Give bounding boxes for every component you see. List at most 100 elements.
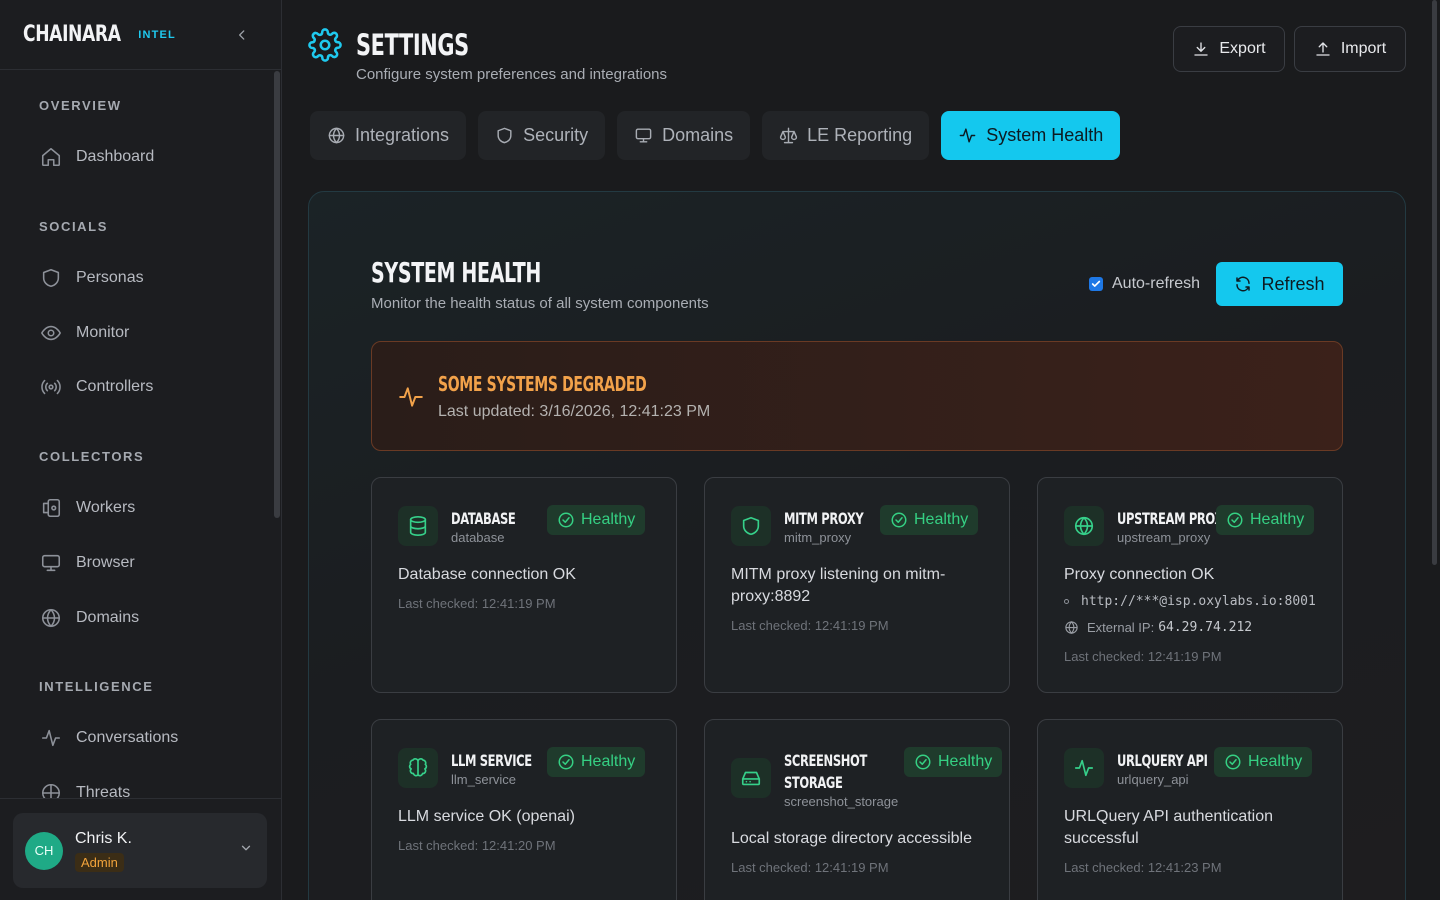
sidebar-item-label: Monitor — [76, 324, 130, 341]
globe-icon — [1064, 506, 1104, 546]
tab-system-health[interactable]: System Health — [941, 111, 1121, 160]
section-subtitle: Monitor the health status of all system … — [371, 295, 709, 312]
status-label: Healthy — [581, 753, 636, 770]
system-health-panel: SYSTEM HEALTH Monitor the health status … — [308, 191, 1406, 900]
component-name: MITM PROXY — [784, 509, 864, 528]
component-id: screenshot_storage — [784, 794, 899, 809]
workers-icon — [42, 498, 61, 518]
globe-icon — [41, 608, 61, 628]
auto-refresh-checkbox[interactable] — [1089, 277, 1103, 291]
home-icon — [41, 147, 61, 167]
check-circle-icon — [558, 512, 574, 528]
health-card-mitm-proxy: MITM PROXY mitm_proxy Healthy MITM proxy… — [704, 477, 1010, 693]
status-badge: Healthy — [1216, 505, 1315, 535]
check-circle-icon — [1225, 754, 1241, 770]
shield-icon — [497, 127, 512, 144]
section-title: SYSTEM HEALTH — [371, 256, 541, 289]
tab-label: LE Reporting — [807, 125, 913, 145]
database-icon — [398, 506, 438, 546]
globe-icon — [328, 127, 345, 144]
sidebar-item-monitor[interactable]: Monitor — [28, 313, 264, 353]
sidebar-item-controllers[interactable]: Controllers — [28, 367, 264, 407]
status-label: Healthy — [938, 753, 993, 770]
sidebar-item-label: Dashboard — [76, 148, 155, 165]
section-title-overview: OVERVIEW — [39, 98, 122, 113]
component-name: URLQUERY API — [1117, 751, 1208, 770]
activity-icon — [398, 384, 424, 415]
check-circle-icon — [558, 754, 574, 770]
activity-icon — [959, 128, 976, 143]
sidebar-item-domains[interactable]: Domains — [28, 598, 264, 638]
component-name-line2: STORAGE — [784, 773, 843, 792]
sidebar-item-label: Personas — [76, 269, 144, 286]
status-label: Healthy — [1250, 511, 1305, 528]
sidebar-item-conversations[interactable]: Conversations — [28, 718, 264, 758]
activity-icon — [1064, 748, 1104, 788]
refresh-label: Refresh — [1261, 273, 1325, 294]
check-circle-icon — [1227, 512, 1243, 528]
brand-tag: INTEL — [138, 28, 176, 41]
brain-icon — [398, 748, 438, 788]
sidebar: CHAINARA INTEL OVERVIEW Dashboard SOCIAL… — [0, 0, 282, 900]
component-message: Proxy connection OK — [1064, 566, 1215, 583]
status-badge: Healthy — [547, 747, 646, 777]
page-scrollbar-thumb[interactable] — [1432, 0, 1437, 565]
page-title: SETTINGS — [356, 28, 469, 62]
status-label: Healthy — [581, 511, 636, 528]
component-message: Local storage directory accessible — [731, 830, 973, 847]
page-scrollbar[interactable] — [1428, 0, 1440, 900]
page-subtitle: Configure system preferences and integra… — [356, 66, 668, 83]
sidebar-item-threats[interactable]: Threats — [28, 773, 264, 798]
last-checked: Last checked: 12:41:19 PM — [731, 618, 889, 633]
sidebar-scrollbar[interactable] — [272, 71, 282, 798]
dot-icon — [1064, 599, 1069, 604]
tab-le-reporting[interactable]: LE Reporting — [762, 111, 930, 160]
chevron-left-icon — [239, 30, 245, 40]
threats-icon — [41, 783, 61, 798]
component-id: upstream_proxy — [1117, 530, 1211, 545]
tab-integrations[interactable]: Integrations — [310, 111, 467, 160]
component-name: UPSTREAM PROXY — [1117, 509, 1231, 528]
tab-label: System Health — [986, 125, 1104, 145]
globe-icon — [1065, 621, 1078, 634]
proxy-url: http://***@isp.oxylabs.io:8001 — [1081, 594, 1316, 609]
component-id: database — [451, 530, 505, 545]
status-badge: Healthy — [904, 747, 1003, 777]
component-id: urlquery_api — [1117, 772, 1189, 787]
hard-drive-icon — [731, 758, 771, 798]
component-message: LLM service OK (openai) — [398, 808, 575, 825]
check-circle-icon — [891, 512, 907, 528]
check-circle-icon — [915, 754, 931, 770]
tab-security[interactable]: Security — [478, 111, 606, 160]
component-name-line1: SCREENSHOT — [784, 751, 867, 770]
last-checked: Last checked: 12:41:23 PM — [1064, 860, 1222, 875]
scale-icon — [779, 127, 798, 144]
refresh-icon — [1236, 276, 1251, 292]
activity-icon — [41, 729, 61, 747]
sidebar-item-dashboard[interactable]: Dashboard — [28, 137, 264, 177]
tab-domains[interactable]: Domains — [617, 111, 751, 160]
health-card-llm-service: LLM SERVICE llm_service Healthy LLM serv… — [371, 719, 677, 900]
component-id: llm_service — [451, 772, 517, 787]
component-name: DATABASE — [451, 509, 516, 528]
status-label: Healthy — [914, 511, 969, 528]
refresh-button[interactable]: Refresh — [1216, 262, 1343, 306]
import-button[interactable]: Import — [1294, 26, 1406, 72]
sidebar-scrollbar-thumb[interactable] — [274, 71, 280, 518]
user-name: Chris K. — [75, 829, 132, 847]
last-checked: Last checked: 12:41:19 PM — [1064, 649, 1222, 664]
external-ip-label: External IP: — [1087, 620, 1155, 635]
sidebar-item-browser[interactable]: Browser — [28, 543, 264, 583]
sidebar-item-workers[interactable]: Workers — [28, 488, 264, 528]
sidebar-item-label: Browser — [76, 554, 135, 571]
user-menu[interactable]: CH Chris K. Admin — [13, 813, 267, 888]
export-button[interactable]: Export — [1173, 26, 1285, 72]
proxy-url-row: http://***@isp.oxylabs.io:8001 — [1064, 594, 1316, 609]
collapse-sidebar-button[interactable] — [231, 24, 253, 46]
auto-refresh-toggle[interactable]: Auto-refresh — [1089, 275, 1200, 293]
status-alert: SOME SYSTEMS DEGRADED Last updated: 3/16… — [371, 341, 1343, 451]
brand: CHAINARA INTEL — [0, 0, 281, 70]
last-checked: Last checked: 12:41:19 PM — [398, 596, 556, 611]
last-checked: Last checked: 12:41:20 PM — [398, 838, 556, 853]
sidebar-item-personas[interactable]: Personas — [28, 258, 264, 298]
